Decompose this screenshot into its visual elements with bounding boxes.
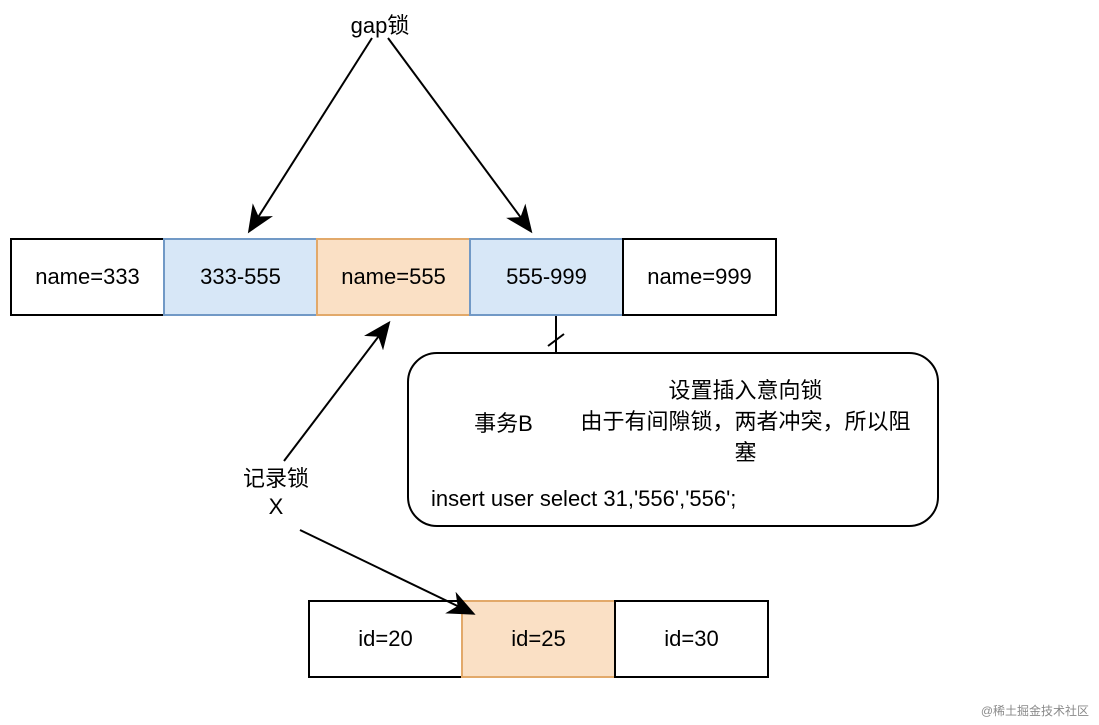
index-cell-1-text: 333-555 [200, 264, 281, 290]
transaction-b-label: 事务B [431, 406, 576, 438]
arrow-gap-right [388, 38, 530, 230]
index-cell-2-text: name=555 [341, 264, 446, 290]
pk-cell-1-text: id=25 [511, 626, 565, 652]
arrow-record-to-name555 [284, 324, 388, 461]
gap-lock-label: gap锁 [340, 8, 420, 40]
arrow-gap-left [250, 38, 372, 230]
index-cell-2-record: name=555 [316, 238, 471, 316]
info-line-2: 由于有间隙锁，两者冲突，所以阻塞 [576, 407, 915, 469]
pk-cell-0: id=20 [308, 600, 463, 678]
index-cell-3-text: 555-999 [506, 264, 587, 290]
watermark: @稀土掘金技术社区 [981, 702, 1089, 719]
record-lock-line1: 记录锁 [243, 466, 309, 491]
tick-insert-intention [548, 334, 564, 346]
record-lock-label: 记录锁 X [236, 465, 316, 520]
index-cell-0: name=333 [10, 238, 165, 316]
index-cell-3-gap: 555-999 [469, 238, 624, 316]
transaction-b-box: 事务B 设置插入意向锁 由于有间隙锁，两者冲突，所以阻塞 insert user… [407, 352, 939, 527]
record-lock-line2: X [269, 494, 284, 519]
pk-cell-1-record: id=25 [461, 600, 616, 678]
diagram-canvas: gap锁 name=333 333-555 name=555 555-999 n… [0, 0, 1099, 725]
pk-cell-2: id=30 [614, 600, 769, 678]
index-cell-1-gap: 333-555 [163, 238, 318, 316]
index-cell-4: name=999 [622, 238, 777, 316]
index-cell-0-text: name=333 [35, 264, 140, 290]
info-line-1: 设置插入意向锁 [576, 376, 915, 407]
pk-cell-0-text: id=20 [358, 626, 412, 652]
pk-cell-2-text: id=30 [664, 626, 718, 652]
info-sql: insert user select 31,'556','556'; [431, 486, 915, 512]
index-cell-4-text: name=999 [647, 264, 752, 290]
